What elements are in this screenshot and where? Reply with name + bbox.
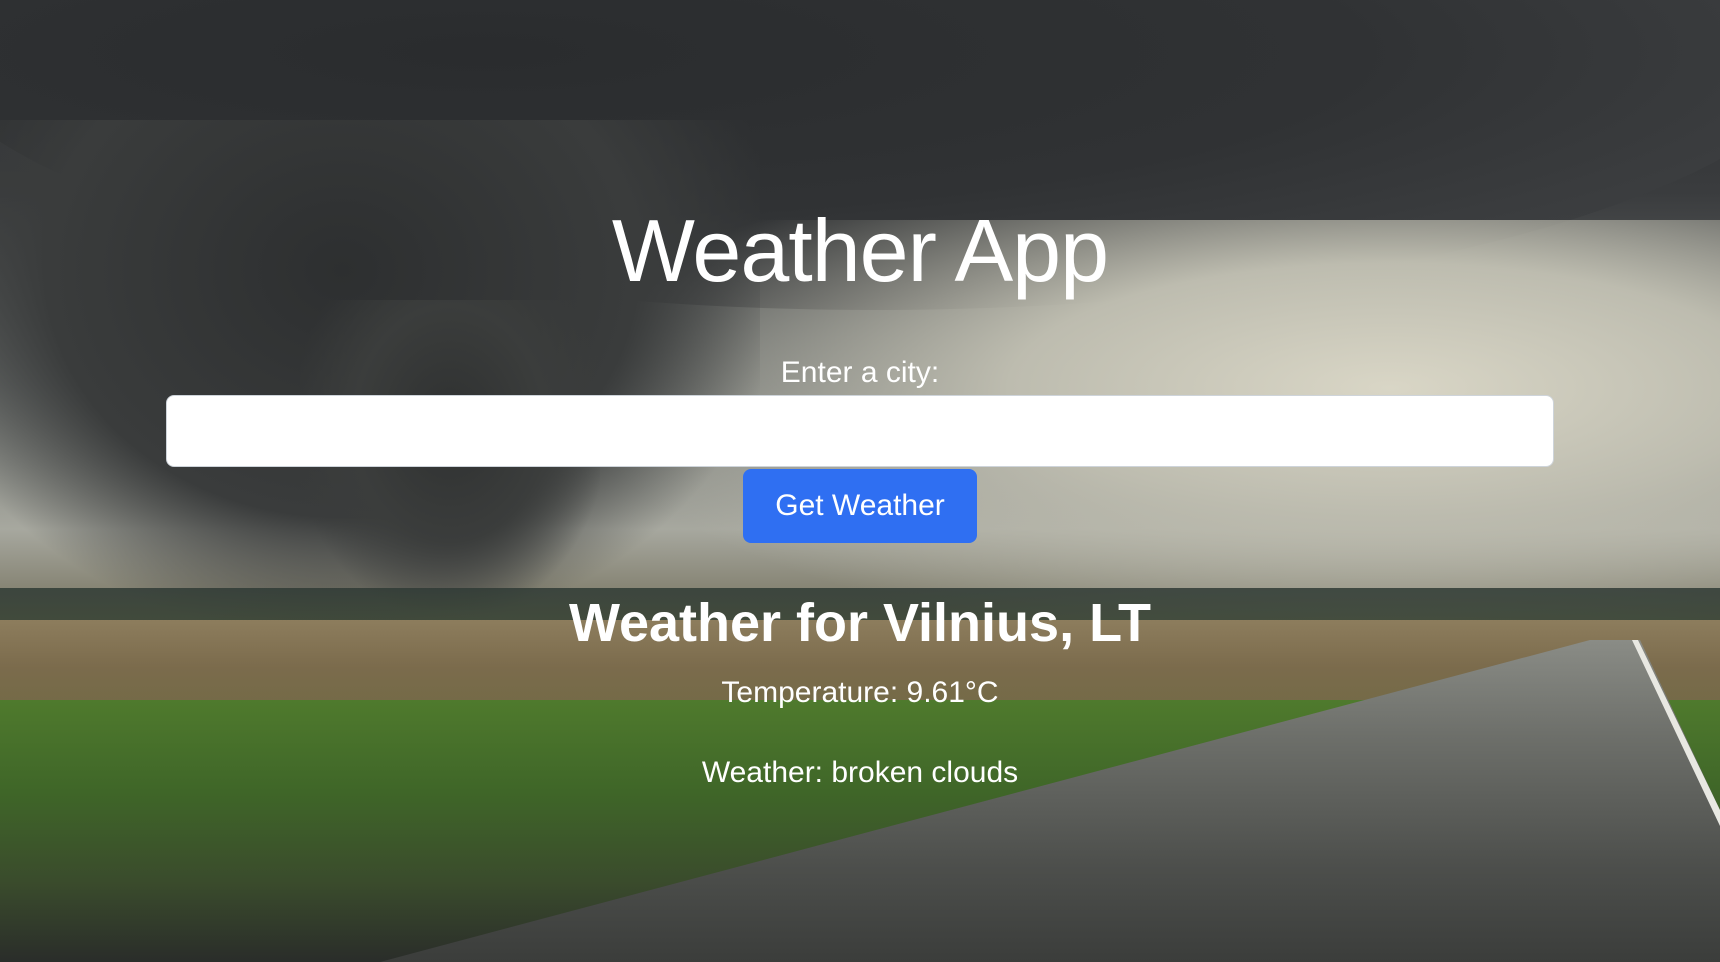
city-label: Enter a city:: [780, 356, 940, 389]
get-weather-button[interactable]: Get Weather: [743, 469, 977, 543]
city-input[interactable]: [166, 395, 1554, 467]
page-title: Weather App: [611, 201, 1109, 300]
weather-background: Weather App Enter a city: Get Weather We…: [0, 0, 1720, 962]
weather-form-container: Weather App Enter a city: Get Weather We…: [0, 0, 1720, 962]
weather-description-text: Weather: broken clouds: [701, 756, 1019, 789]
temperature-text: Temperature: 9.61°C: [721, 676, 999, 709]
result-heading: Weather for Vilnius, LT: [568, 593, 1152, 653]
